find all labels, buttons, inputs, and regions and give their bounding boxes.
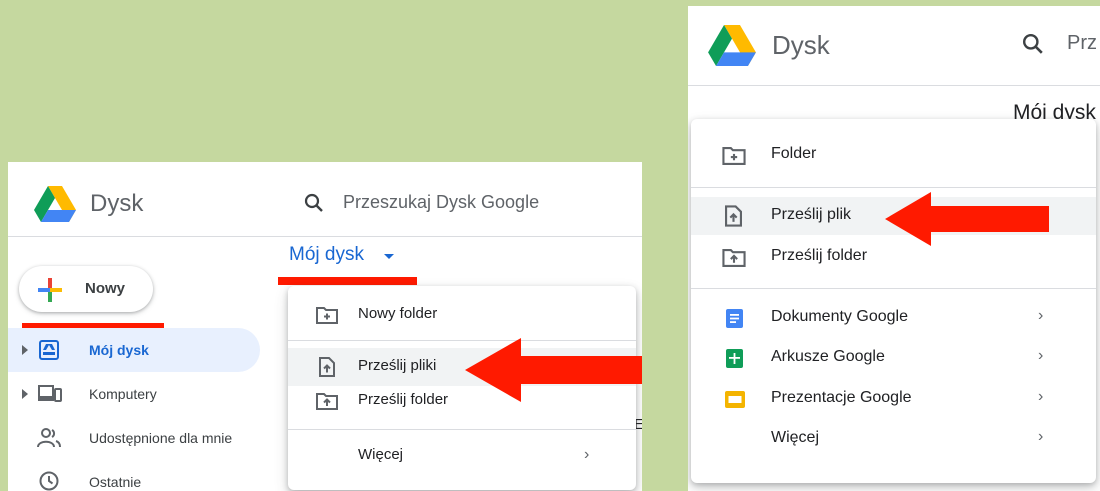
breadcrumb-label: Mój dysk <box>289 244 364 265</box>
sidebar-item-recent[interactable]: Ostatnie <box>8 460 260 491</box>
menu-item-google-docs[interactable]: Dokumenty Google › <box>691 299 1096 337</box>
sidebar-item-shared[interactable]: Udostępnione dla mnie <box>8 416 260 460</box>
search-icon[interactable] <box>304 193 324 218</box>
shared-icon <box>37 428 61 453</box>
chevron-right-icon: › <box>1038 347 1044 364</box>
menu-divider <box>691 187 1096 188</box>
sidebar-item-my-drive[interactable]: Mój dysk <box>8 328 260 372</box>
upload-file-icon <box>725 205 742 232</box>
new-folder-icon <box>722 146 746 170</box>
header-divider <box>8 236 642 237</box>
menu-item-google-slides[interactable]: Prezentacje Google › <box>691 380 1096 418</box>
menu-item-label: Dokumenty Google <box>771 308 908 325</box>
drive-icon <box>39 340 59 365</box>
search-input[interactable]: Prz <box>1067 32 1097 55</box>
menu-item-label: Prześlij plik <box>771 206 852 223</box>
plus-icon <box>38 278 62 307</box>
menu-item-label: Nowy folder <box>358 305 438 322</box>
menu-item-label: Prześlij folder <box>358 391 449 408</box>
menu-item-more[interactable]: Więcej › <box>691 420 1096 458</box>
menu-item-more[interactable]: Więcej › <box>288 437 636 475</box>
sidebar-item-label: Udostępnione dla mnie <box>89 430 233 446</box>
new-folder-icon <box>316 306 338 329</box>
sheets-icon <box>726 349 743 373</box>
left-screenshot-panel: Dysk Przeszukaj Dysk Google Nowy Mój dys… <box>8 162 642 491</box>
sidebar-item-label: Ostatnie <box>89 474 142 490</box>
app-title: Dysk <box>772 30 830 60</box>
drive-logo-icon <box>34 186 76 222</box>
menu-item-google-sheets[interactable]: Arkusze Google › <box>691 339 1096 377</box>
new-button[interactable]: Nowy <box>19 266 153 312</box>
app-title: Dysk <box>90 190 144 217</box>
menu-item-label: Więcej <box>771 429 820 446</box>
dropdown-arrow-icon <box>384 254 394 259</box>
menu-item-label: Prześlij folder <box>771 247 868 264</box>
recent-icon <box>39 471 59 491</box>
docs-icon <box>726 309 743 333</box>
chevron-right-icon: › <box>1038 428 1044 445</box>
menu-item-label: Arkusze Google <box>771 348 885 365</box>
search-input[interactable]: Przeszukaj Dysk Google <box>343 192 539 213</box>
red-underline-breadcrumb <box>278 277 417 285</box>
search-icon[interactable] <box>1022 33 1044 60</box>
upload-folder-icon <box>722 248 746 272</box>
chevron-right-icon: › <box>584 446 590 463</box>
menu-item-label: Więcej <box>358 446 404 463</box>
menu-item-label: Folder <box>771 145 817 162</box>
menu-item-label: Prześlij pliki <box>358 357 437 374</box>
menu-divider <box>288 429 636 430</box>
upload-file-icon <box>319 357 335 382</box>
new-button-label: Nowy <box>85 280 126 297</box>
red-arrow-icon <box>885 192 1049 251</box>
expand-caret-icon[interactable] <box>22 389 28 399</box>
chevron-right-icon: › <box>1038 388 1044 405</box>
sidebar-item-label: Mój dysk <box>89 342 149 358</box>
menu-item-label: Prezentacje Google <box>771 389 912 406</box>
chevron-right-icon: › <box>1038 307 1044 324</box>
new-menu-dropdown: Folder Prześlij plik Prześlij folder Dok… <box>691 119 1096 483</box>
menu-divider <box>691 288 1096 289</box>
expand-caret-icon[interactable] <box>22 345 28 355</box>
header-divider <box>688 85 1100 86</box>
slides-icon <box>725 391 745 413</box>
menu-item-folder[interactable]: Folder <box>691 136 1096 174</box>
sidebar-item-computers[interactable]: Komputery <box>8 372 260 416</box>
upload-folder-icon <box>316 392 338 415</box>
menu-item-new-folder[interactable]: Nowy folder <box>288 296 636 334</box>
red-arrow-icon <box>465 338 642 407</box>
computers-icon <box>38 385 62 408</box>
drive-logo-icon <box>708 25 756 66</box>
right-screenshot-panel: Dysk Prz Mój dysk Folder Prześlij plik P… <box>688 6 1100 491</box>
sidebar-item-label: Komputery <box>89 386 157 402</box>
breadcrumb[interactable]: Mój dysk <box>289 244 394 278</box>
